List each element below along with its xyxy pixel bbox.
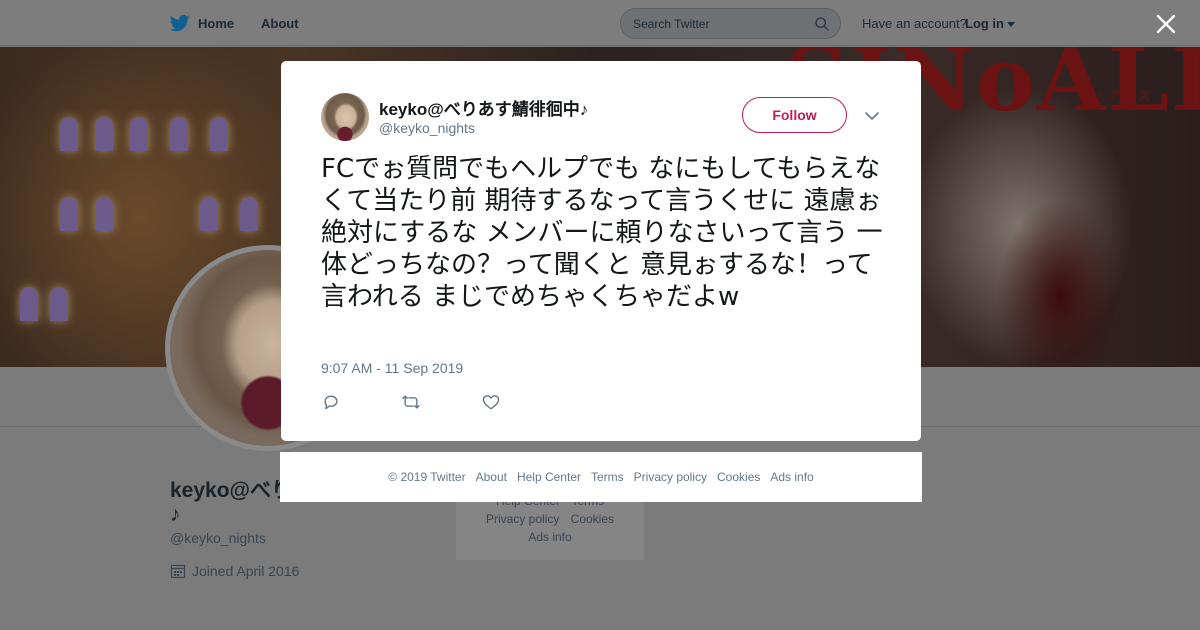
side-links-row: Ads info bbox=[456, 530, 644, 544]
profile-name-continued: ♪ bbox=[170, 503, 181, 526]
banner-window bbox=[95, 117, 113, 151]
tweet-actions bbox=[321, 392, 501, 412]
search-icon[interactable] bbox=[814, 16, 830, 32]
side-link-cookies[interactable]: Cookies bbox=[571, 512, 614, 526]
banner-window bbox=[60, 117, 78, 151]
calendar-icon bbox=[170, 564, 186, 579]
tweet-author-name[interactable]: keyko@べりあす鯖徘徊中♪ bbox=[379, 95, 588, 120]
banner-window bbox=[130, 117, 148, 151]
banner-window bbox=[240, 197, 258, 231]
login-label: Log in bbox=[965, 16, 1004, 31]
side-links-row: Privacy policy Cookies bbox=[456, 512, 644, 526]
joined-label: Joined April 2016 bbox=[192, 563, 300, 579]
banner-window bbox=[170, 117, 188, 151]
tweet-modal: keyko@べりあす鯖徘徊中♪ @keyko_nights Follow FCで… bbox=[281, 61, 921, 441]
retweet-icon[interactable] bbox=[401, 392, 421, 412]
tweet-timestamp[interactable]: 9:07 AM - 11 Sep 2019 bbox=[321, 360, 463, 376]
nav-home-link[interactable]: Home bbox=[170, 13, 234, 33]
footer-cookies-link[interactable]: Cookies bbox=[717, 470, 760, 484]
footer-about-link[interactable]: About bbox=[476, 470, 507, 484]
profile-handle[interactable]: @keyko_nights bbox=[170, 530, 266, 546]
caret-down-icon bbox=[1007, 22, 1015, 27]
footer-privacy-link[interactable]: Privacy policy bbox=[634, 470, 707, 484]
twitter-bird-icon bbox=[170, 14, 190, 32]
banner-window bbox=[95, 197, 113, 231]
tweet-author-handle[interactable]: @keyko_nights bbox=[379, 120, 475, 136]
search-input[interactable] bbox=[633, 16, 803, 31]
footer-terms-link[interactable]: Terms bbox=[591, 470, 624, 484]
close-icon[interactable] bbox=[1154, 12, 1178, 36]
modal-footer: © 2019 Twitter About Help Center Terms P… bbox=[280, 452, 922, 502]
profile-name: keyko@べり bbox=[170, 479, 280, 502]
footer-copyright: © 2019 Twitter bbox=[388, 470, 466, 484]
banner-window bbox=[50, 287, 68, 321]
side-link-privacy[interactable]: Privacy policy bbox=[486, 512, 559, 526]
profile-joined-date: Joined April 2016 bbox=[170, 563, 299, 579]
banner-logo-subtitle: シノアリス bbox=[1078, 89, 1154, 103]
nav-about-link[interactable]: About bbox=[261, 16, 299, 31]
footer-help-center-link[interactable]: Help Center bbox=[517, 470, 581, 484]
heart-icon[interactable] bbox=[481, 392, 501, 412]
banner-window bbox=[60, 197, 78, 231]
nav-home-label: Home bbox=[198, 15, 235, 31]
footer-ads-info-link[interactable]: Ads info bbox=[770, 470, 813, 484]
have-account-text: Have an account? bbox=[862, 16, 967, 31]
login-dropdown[interactable]: Log in bbox=[965, 16, 1015, 31]
tweet-text: FCでぉ質問でもヘルプでも なにもしてもらえなくて当たり前 期待するなって言うく… bbox=[321, 154, 883, 312]
banner-window bbox=[200, 197, 218, 231]
banner-window bbox=[20, 287, 38, 321]
reply-icon[interactable] bbox=[321, 392, 341, 412]
top-navigation-bar: Home About Have an account? Log in bbox=[0, 0, 1200, 46]
search-box[interactable] bbox=[620, 8, 841, 39]
follow-button[interactable]: Follow bbox=[742, 97, 847, 133]
banner-window bbox=[210, 117, 228, 151]
tweet-author-avatar[interactable] bbox=[321, 93, 369, 141]
side-link-ads-info[interactable]: Ads info bbox=[528, 530, 571, 544]
chevron-down-icon[interactable] bbox=[863, 107, 881, 125]
